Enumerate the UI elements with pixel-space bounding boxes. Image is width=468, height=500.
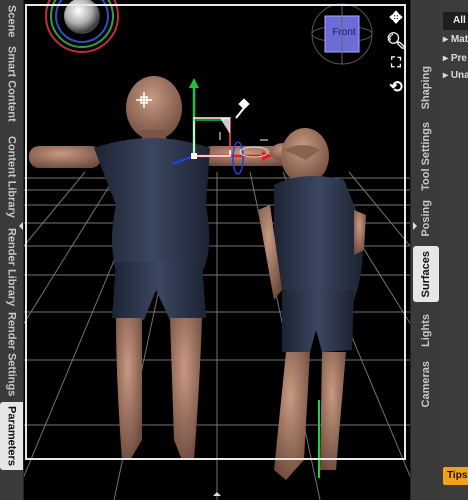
panel-item-label: Una bbox=[450, 70, 468, 81]
tab-content-library[interactable]: Content Library bbox=[0, 133, 23, 221]
tab-content-library-label: Content Library bbox=[5, 136, 18, 218]
expand-arrow-icon: ▸ bbox=[443, 53, 451, 64]
tips-button[interactable]: Tips bbox=[443, 467, 468, 485]
tab-posing-label: Posing bbox=[420, 199, 432, 237]
frame-icon[interactable]: ⛶ bbox=[386, 54, 406, 71]
reset-icon[interactable]: ⟲ bbox=[386, 77, 406, 97]
tab-posing[interactable]: Posing bbox=[413, 195, 439, 241]
panel-item-label: Pre bbox=[450, 53, 467, 64]
panel-item-unassigned[interactable]: ▸ Una bbox=[443, 70, 468, 81]
render-frame bbox=[25, 4, 406, 460]
collapse-left-arrow-icon[interactable] bbox=[15, 222, 23, 230]
tab-render-library-label: Render Library bbox=[5, 227, 18, 307]
left-tab-strip: Scene Smart Content Content Library Rend… bbox=[0, 0, 24, 500]
surfaces-panel: All ▸ Mat ▸ Pre ▸ Una bbox=[440, 0, 468, 500]
move-icon[interactable]: ✥ bbox=[386, 8, 406, 28]
tab-scene[interactable]: Scene bbox=[0, 0, 23, 42]
tab-tool-settings-label: Tool Settings bbox=[420, 121, 432, 191]
expand-arrow-icon: ▸ bbox=[443, 34, 451, 45]
tab-shaping-label: Shaping bbox=[420, 66, 432, 110]
tab-lights[interactable]: Lights bbox=[413, 307, 439, 353]
panel-item-materials[interactable]: ▸ Mat bbox=[443, 34, 468, 45]
tab-render-settings[interactable]: Render Settings bbox=[0, 311, 23, 397]
all-filter-button[interactable]: All bbox=[443, 12, 468, 30]
viewport[interactable]: Front ✥ 🔍︎ ⛶ ⟲ bbox=[24, 0, 410, 500]
tab-tool-settings[interactable]: Tool Settings bbox=[413, 120, 439, 192]
tab-parameters[interactable]: Parameters bbox=[0, 402, 23, 470]
tab-cameras[interactable]: Cameras bbox=[413, 356, 439, 412]
tab-parameters-label: Parameters bbox=[5, 406, 18, 466]
tab-render-library[interactable]: Render Library bbox=[0, 228, 23, 306]
tab-surfaces-label: Surfaces bbox=[420, 250, 432, 298]
expand-arrow-icon: ▸ bbox=[443, 70, 451, 81]
tab-render-settings-label: Render Settings bbox=[5, 311, 18, 397]
expand-bottom-arrow-icon[interactable] bbox=[213, 488, 221, 496]
tab-shaping[interactable]: Shaping bbox=[413, 58, 439, 118]
tab-scene-label: Scene bbox=[5, 4, 18, 38]
right-tab-strip: Shaping Tool Settings Posing Surfaces Li… bbox=[410, 0, 441, 500]
tab-surfaces[interactable]: Surfaces bbox=[413, 246, 439, 302]
zoom-icon[interactable]: 🔍︎ bbox=[386, 31, 406, 51]
tab-lights-label: Lights bbox=[420, 313, 432, 347]
tab-smart-content-label: Smart Content bbox=[5, 46, 18, 122]
tab-smart-content[interactable]: Smart Content bbox=[0, 45, 23, 123]
tab-cameras-label: Cameras bbox=[420, 360, 432, 408]
panel-item-presets[interactable]: ▸ Pre bbox=[443, 53, 467, 64]
panel-item-label: Mat bbox=[450, 34, 468, 45]
